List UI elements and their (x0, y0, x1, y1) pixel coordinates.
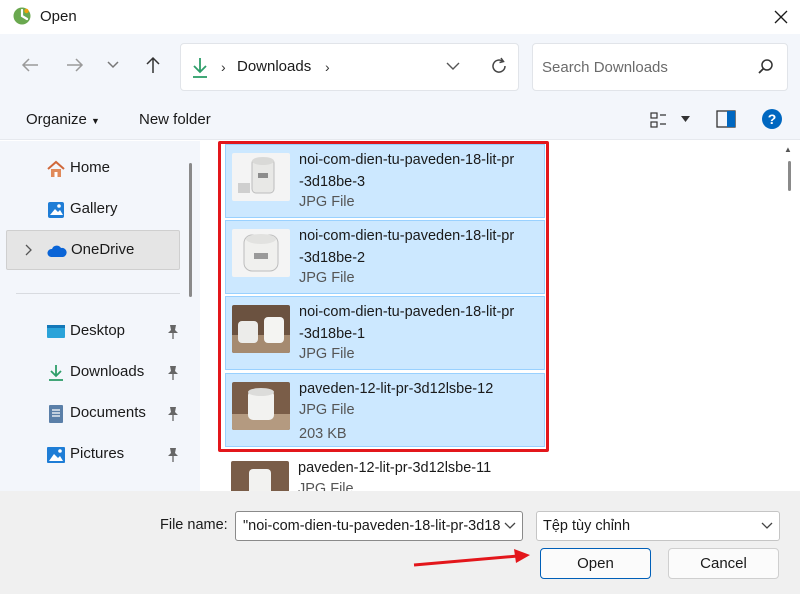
selection-annotation-box (218, 141, 549, 452)
file-name-input[interactable]: "noi-com-dien-tu-paveden-18-lit-pr-3d18b… (235, 511, 523, 541)
view-options-icon[interactable] (650, 111, 670, 129)
scroll-up-icon[interactable]: ▲ (784, 145, 792, 154)
sidebar-item-gallery[interactable]: Gallery (6, 190, 180, 230)
sidebar-label-pictures: Pictures (70, 445, 125, 462)
window-title: Open (40, 8, 77, 25)
breadcrumb-separator: › (221, 59, 226, 75)
help-icon[interactable]: ? (761, 108, 783, 130)
svg-text:?: ? (768, 111, 777, 127)
onedrive-icon (47, 245, 67, 257)
navigation-bar: › Downloads › Search Downloads (0, 34, 800, 100)
chevron-down-icon[interactable] (504, 521, 516, 531)
sidebar-item-pictures[interactable]: Pictures (6, 435, 180, 475)
content-scrollbar[interactable] (788, 161, 791, 191)
file-type-select[interactable]: Tệp tùy chỉnh (536, 511, 780, 541)
sidebar-label-downloads: Downloads (70, 363, 145, 380)
close-button[interactable] (764, 2, 798, 32)
command-bar: Organize ▼ New folder ? (0, 100, 800, 140)
sidebar-scrollbar[interactable] (189, 163, 192, 297)
sidebar-item-onedrive[interactable]: OneDrive (6, 230, 180, 270)
arrow-left-icon (21, 58, 38, 72)
pin-icon[interactable] (166, 365, 180, 381)
gallery-icon (48, 202, 64, 218)
chevron-down-icon (107, 61, 119, 69)
documents-icon (49, 405, 63, 423)
file-name-label: File name: (160, 517, 228, 533)
arrow-up-icon (146, 56, 160, 73)
breadcrumb-chevron[interactable]: › (325, 59, 330, 75)
organize-button[interactable]: Organize ▼ (26, 111, 100, 128)
dialog-footer: File name: "noi-com-dien-tu-paveden-18-l… (0, 491, 800, 594)
organize-dropdown-icon: ▼ (91, 116, 100, 126)
file-name-value[interactable]: "noi-com-dien-tu-paveden-18-lit-pr-3d18b… (243, 518, 501, 534)
pin-icon[interactable] (166, 406, 180, 422)
annotation-arrow-icon (413, 549, 530, 567)
desktop-icon (47, 325, 65, 338)
pin-icon[interactable] (166, 324, 180, 340)
sidebar-divider (16, 293, 180, 294)
search-input[interactable]: Search Downloads (542, 59, 668, 76)
new-folder-button[interactable]: New folder (139, 111, 211, 128)
file-name: paveden-12-lit-pr-3d12lsbe-11 (298, 460, 492, 476)
sidebar-label-home: Home (70, 159, 111, 176)
address-history-chevron-icon[interactable] (445, 58, 461, 74)
file-type-value: Tệp tùy chỉnh (543, 518, 631, 534)
search-box[interactable]: Search Downloads (532, 43, 788, 91)
open-button[interactable]: Open (540, 548, 651, 579)
file-list: noi-com-dien-tu-paveden-18-lit-pr -3d18be… (200, 141, 800, 509)
view-dropdown-icon[interactable] (681, 116, 690, 122)
up-button[interactable] (138, 50, 168, 80)
sidebar-item-downloads[interactable]: Downloads (6, 353, 180, 393)
forward-button[interactable] (60, 50, 90, 80)
refresh-icon[interactable] (489, 56, 509, 76)
breadcrumb-downloads[interactable]: Downloads (237, 58, 311, 75)
sidebar-item-documents[interactable]: Documents (6, 394, 180, 434)
home-icon (47, 160, 65, 177)
sidebar-label-desktop: Desktop (70, 322, 126, 339)
cancel-button[interactable]: Cancel (668, 548, 779, 579)
title-bar: Open (0, 0, 800, 34)
search-icon[interactable] (757, 58, 775, 76)
download-icon (193, 58, 207, 78)
chevron-down-icon (761, 522, 773, 529)
sidebar-label-onedrive: OneDrive (71, 241, 135, 258)
preview-pane-icon[interactable] (716, 110, 736, 128)
pictures-icon (47, 447, 65, 463)
sidebar-label-documents: Documents (70, 404, 146, 421)
address-bar[interactable]: › Downloads › (180, 43, 519, 91)
close-icon (774, 10, 788, 24)
downloads-icon (49, 365, 63, 381)
back-button[interactable] (15, 50, 45, 80)
navigation-pane: Home Gallery OneDrive Desktop Downloads … (0, 141, 200, 491)
arrow-right-icon (67, 58, 84, 72)
app-icon (12, 6, 32, 26)
recent-locations-button[interactable] (98, 50, 128, 80)
pin-icon[interactable] (166, 447, 180, 463)
chevron-right-icon[interactable] (23, 243, 33, 257)
sidebar-label-gallery: Gallery (70, 200, 118, 217)
sidebar-item-home[interactable]: Home (6, 149, 180, 189)
sidebar-item-desktop[interactable]: Desktop (6, 312, 180, 352)
